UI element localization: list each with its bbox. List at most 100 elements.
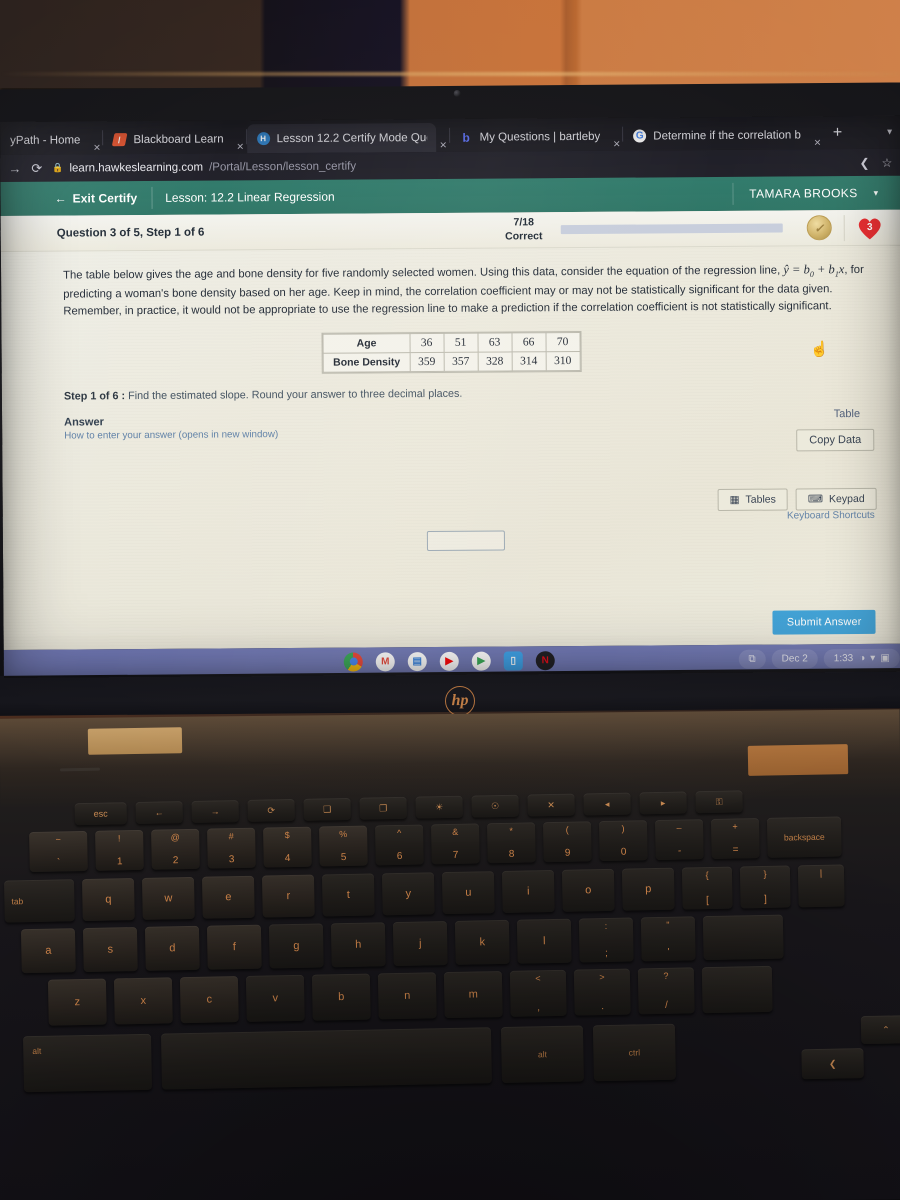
key-1[interactable]: ! 1 xyxy=(95,829,144,871)
key-4[interactable]: $4 xyxy=(263,826,312,868)
key-bracket-left[interactable]: {[ xyxy=(681,866,733,910)
key-3[interactable]: #3 xyxy=(207,827,256,869)
key-fn-9[interactable]: ◂ xyxy=(583,792,631,816)
key-g[interactable]: g xyxy=(268,923,324,969)
key-o[interactable]: o xyxy=(561,868,615,912)
keyboard-shortcuts-link[interactable]: Keyboard Shortcuts xyxy=(787,510,875,522)
key-d[interactable]: d xyxy=(144,925,200,971)
key-fn-2[interactable]: → xyxy=(191,800,239,823)
key-6[interactable]: ^ 6 xyxy=(375,824,424,866)
key-enter[interactable] xyxy=(702,914,784,961)
shelf-item-youtube[interactable]: ▶ xyxy=(439,651,459,671)
copy-data-button[interactable]: Copy Data xyxy=(796,428,875,452)
key-fn-8[interactable]: ✕ xyxy=(527,793,575,817)
browser-tab-4[interactable]: b My Questions | bartleby xyxy=(450,122,610,152)
shelf-item-gmail[interactable]: M xyxy=(375,651,395,671)
key-space[interactable] xyxy=(160,1027,492,1090)
browser-tab-5[interactable]: G Determine if the correlation b xyxy=(623,120,810,150)
key-backtick[interactable]: ~ ` xyxy=(29,830,88,873)
key-shift-right[interactable] xyxy=(701,965,773,1014)
key-fn-7[interactable]: ☉ xyxy=(471,794,519,818)
key-backspace[interactable]: backspace xyxy=(766,816,842,858)
browser-tab-2[interactable]: / Blackboard Learn xyxy=(103,124,232,154)
key-b[interactable]: b xyxy=(311,973,371,1021)
tables-button[interactable]: ▦ Tables xyxy=(717,488,788,511)
key-fn-6[interactable]: ☀ xyxy=(415,795,463,819)
key-2[interactable]: @2 xyxy=(151,828,200,870)
tab-close-icon[interactable]: × xyxy=(91,140,102,154)
key-l[interactable]: l xyxy=(516,918,572,964)
key-0[interactable]: ) 0 xyxy=(598,820,648,862)
shelf-item-netflix[interactable]: N xyxy=(535,650,555,670)
key-v[interactable]: v xyxy=(245,974,305,1022)
new-tab-button[interactable]: + xyxy=(823,124,852,142)
key-slash[interactable]: ? / xyxy=(637,967,695,1015)
tab-close-icon[interactable]: × xyxy=(611,137,622,151)
share-icon[interactable]: ❮ xyxy=(859,155,869,169)
key-quote[interactable]: " ' xyxy=(640,916,696,962)
key-fn-11[interactable]: ⚿ xyxy=(695,790,743,814)
key-w[interactable]: w xyxy=(141,876,195,920)
key-k[interactable]: k xyxy=(454,919,510,965)
key-fn-5[interactable]: ❐ xyxy=(359,796,407,820)
key-semicolon[interactable]: :; xyxy=(578,917,634,963)
exit-certify-button[interactable]: ← Exit Certify xyxy=(54,191,151,206)
screen-capture-button[interactable]: ⧉ xyxy=(738,649,766,669)
key-fn-4[interactable]: ❑ xyxy=(303,797,351,821)
answer-input[interactable] xyxy=(426,530,506,552)
key-e[interactable]: e xyxy=(201,875,255,919)
user-menu[interactable]: TAMARA BROOKS ▾ xyxy=(732,182,900,205)
key-i[interactable]: i xyxy=(501,869,555,913)
key-x[interactable]: x xyxy=(113,977,173,1025)
key-backslash[interactable]: | xyxy=(797,864,845,908)
key-arrow-up[interactable]: ⌃ xyxy=(860,1015,900,1045)
key-p[interactable]: p xyxy=(621,867,675,911)
key-n[interactable]: n xyxy=(377,972,437,1020)
key-u[interactable]: u xyxy=(441,871,495,915)
key-y[interactable]: y xyxy=(381,872,435,916)
key-h[interactable]: h xyxy=(330,922,386,968)
key-period[interactable]: >. xyxy=(573,968,631,1016)
key-t[interactable]: t xyxy=(321,873,375,917)
key-fn-3[interactable]: ⟳ xyxy=(247,798,295,822)
key-7[interactable]: & 7 xyxy=(431,823,480,865)
forward-arrow-icon[interactable]: → xyxy=(8,161,21,176)
key-5[interactable]: % 5 xyxy=(319,825,368,867)
key-j[interactable]: j xyxy=(392,921,448,967)
key-arrow-left[interactable]: ❮ xyxy=(801,1048,864,1080)
key-esc[interactable]: esc xyxy=(74,802,127,826)
key-bracket-right[interactable]: }] xyxy=(739,865,791,909)
key-s[interactable]: s xyxy=(82,927,138,973)
key-a[interactable]: a xyxy=(20,928,76,974)
reload-icon[interactable]: ⟳ xyxy=(31,160,42,176)
address-bar[interactable]: 🔒 learn.hawkeslearning.com/Portal/Lesson… xyxy=(52,157,849,175)
key-=[interactable]: + = xyxy=(710,818,760,859)
shelf-item-play-store[interactable]: ▶ xyxy=(471,651,491,671)
key-9[interactable]: (9 xyxy=(542,821,592,863)
key-m[interactable]: m xyxy=(443,971,503,1019)
tab-close-icon[interactable]: × xyxy=(812,135,823,149)
key-f[interactable]: f xyxy=(206,924,262,970)
key-alt-right[interactable]: alt xyxy=(500,1025,584,1084)
bookmark-star-icon[interactable]: ☆ xyxy=(881,155,892,169)
keypad-button[interactable]: ⌨ Keypad xyxy=(795,487,877,511)
browser-tab-3-active[interactable]: H Lesson 12.2 Certify Mode Que xyxy=(246,122,436,154)
shelf-item-chrome[interactable] xyxy=(343,651,363,672)
key-r[interactable]: r xyxy=(261,874,315,918)
key-alt-left[interactable]: alt xyxy=(23,1033,153,1093)
key-z[interactable]: z xyxy=(47,978,107,1026)
tab-search-chevron-down-icon[interactable]: ▾ xyxy=(879,127,900,138)
key--[interactable]: – - xyxy=(654,819,704,861)
key-c[interactable]: c xyxy=(179,976,239,1024)
tab-close-icon[interactable]: × xyxy=(235,139,246,153)
key-tab[interactable]: tab xyxy=(4,879,75,923)
key-fn-10[interactable]: ▸ xyxy=(639,791,687,815)
key-fn-1[interactable]: ← xyxy=(135,801,183,825)
key-comma[interactable]: <, xyxy=(509,969,567,1017)
system-tray[interactable]: 1:33 ◑ ▾ ▣ xyxy=(823,648,900,668)
browser-tab-1[interactable]: yPath - Home xyxy=(0,125,90,155)
shelf-item-classroom[interactable]: ▯ xyxy=(503,650,523,670)
shelf-item-docs[interactable]: ▤ xyxy=(407,651,427,671)
calendar-date[interactable]: Dec 2 xyxy=(771,648,818,669)
tab-close-icon[interactable]: × xyxy=(438,138,449,152)
